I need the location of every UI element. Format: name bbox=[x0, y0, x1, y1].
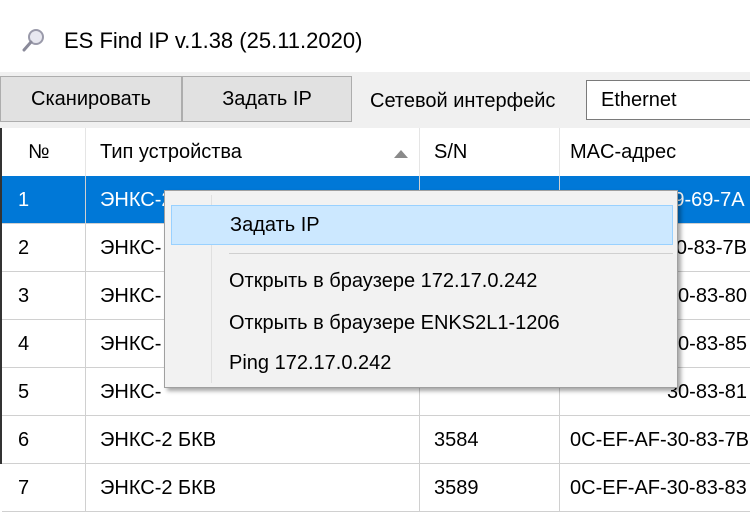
menu-item-open-browser-hostname[interactable]: Открыть в браузере ENKS2L1-1206 bbox=[171, 303, 673, 343]
table-row[interactable]: 6 ЭНКС-2 БКВ 3584 0C-EF-AF-30-83-7B bbox=[2, 416, 750, 464]
column-header-type[interactable]: Тип устройства bbox=[86, 128, 420, 176]
window-title: ES Find IP v.1.38 (25.11.2020) bbox=[64, 28, 363, 53]
column-header-no[interactable]: № bbox=[2, 128, 86, 176]
set-ip-button[interactable]: Задать IP bbox=[182, 76, 352, 122]
magnifier-icon bbox=[22, 29, 44, 52]
column-header-mac[interactable]: MAC-адрес bbox=[560, 128, 750, 176]
toolbar: Сканировать Задать IP Сетевой интерфейс … bbox=[0, 72, 750, 128]
cell-no: 6 bbox=[2, 416, 86, 464]
title-bar: ES Find IP v.1.38 (25.11.2020) bbox=[0, 0, 750, 72]
cell-type: ЭНКС-2 БКВ bbox=[86, 464, 420, 512]
network-interface-label: Сетевой интерфейс bbox=[370, 90, 556, 112]
scan-button[interactable]: Сканировать bbox=[0, 76, 182, 122]
cell-no: 2 bbox=[2, 224, 86, 272]
sort-ascending-icon bbox=[394, 150, 408, 158]
cell-no: 3 bbox=[2, 272, 86, 320]
cell-mac: 0C-EF-AF-30-83-7B bbox=[560, 416, 750, 464]
menu-item-set-ip[interactable]: Задать IP bbox=[171, 205, 673, 245]
cell-sn: 3584 bbox=[420, 416, 560, 464]
cell-no: 4 bbox=[2, 320, 86, 368]
cell-mac: 0C-EF-AF-30-83-83 bbox=[560, 464, 750, 512]
menu-item-ping[interactable]: Ping 172.17.0.242 bbox=[171, 343, 673, 383]
menu-item-open-browser-ip[interactable]: Открыть в браузере 172.17.0.242 bbox=[171, 261, 673, 301]
cell-no: 5 bbox=[2, 368, 86, 416]
table-row[interactable]: 7 ЭНКС-2 БКВ 3589 0C-EF-AF-30-83-83 bbox=[2, 464, 750, 512]
cell-sn: 3589 bbox=[420, 464, 560, 512]
column-header-sn[interactable]: S/N bbox=[420, 128, 560, 176]
network-interface-select[interactable]: Ethernet bbox=[586, 80, 750, 120]
cell-type: ЭНКС-2 БКВ bbox=[86, 416, 420, 464]
table-header: № Тип устройства S/N MAC-адрес bbox=[2, 128, 750, 177]
cell-no: 7 bbox=[2, 464, 86, 512]
menu-separator bbox=[229, 253, 673, 254]
context-menu: Задать IP Открыть в браузере 172.17.0.24… bbox=[164, 190, 678, 388]
cell-no: 1 bbox=[2, 176, 86, 224]
